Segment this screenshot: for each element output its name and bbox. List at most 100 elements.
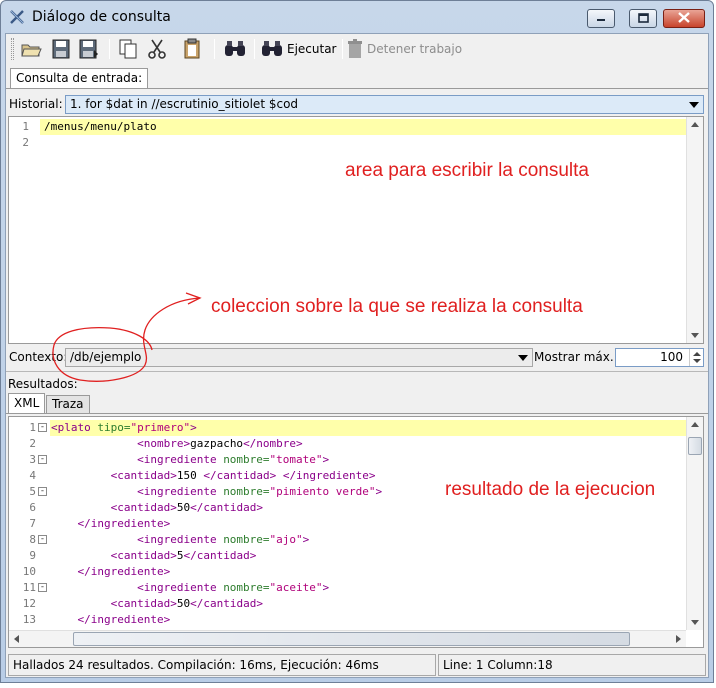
line-number: 7: [29, 517, 36, 530]
annotation-query-area: area para escribir la consulta: [345, 160, 589, 181]
context-select[interactable]: /db/ejemplo: [65, 348, 533, 367]
copy-button[interactable]: [118, 37, 138, 61]
line-number: 11: [22, 581, 36, 594]
xml-line: <cantidad>5</cantidad>: [110, 549, 257, 562]
query-gutter: 1 2: [9, 117, 39, 343]
splitter[interactable]: [6, 371, 708, 372]
scroll-thumb[interactable]: [73, 632, 630, 646]
fold-toggle-icon[interactable]: -: [38, 423, 47, 432]
spinner-arrows-icon[interactable]: [689, 349, 703, 366]
results-vertical-scrollbar[interactable]: [686, 417, 703, 630]
results-tab-divider: [6, 413, 708, 414]
xml-line: </ingrediente>: [77, 565, 171, 578]
save-button[interactable]: [50, 37, 72, 61]
scroll-left-icon[interactable]: [14, 635, 19, 643]
query-dialog-window: Diálogo de consulta Ejecutar Detener tra…: [0, 0, 714, 683]
toolbar: Ejecutar Detener trabajo: [6, 34, 708, 64]
binoculars-icon: [223, 39, 247, 59]
minimize-button[interactable]: [587, 9, 615, 28]
xml-line: <ingrediente nombre="ajo">: [137, 533, 310, 546]
max-results-spinner[interactable]: 100: [615, 348, 704, 367]
annotation-result: resultado de la ejecucion: [445, 479, 656, 500]
annotation-collection: coleccion sobre la que se realiza la con…: [211, 296, 583, 317]
results-label: Resultados:: [8, 377, 78, 391]
copy-icon: [118, 38, 138, 60]
window-title: Diálogo de consulta: [32, 9, 171, 25]
line-number: 12: [22, 597, 36, 610]
line-number: 4: [29, 469, 36, 482]
xml-line: <ingrediente nombre="pimiento verde">: [137, 485, 383, 498]
binoculars-icon: [260, 39, 284, 59]
scroll-down-icon[interactable]: [691, 620, 699, 625]
results-viewer[interactable]: 1 2 3 4 5 6 7 8 9 10 11 12 13 - - - - - …: [8, 416, 704, 648]
chevron-down-icon[interactable]: [518, 355, 528, 361]
max-results-label: Mostrar máx.:: [534, 350, 618, 364]
paste-button[interactable]: [182, 37, 202, 61]
chevron-down-icon[interactable]: [689, 102, 699, 108]
fold-toggle-icon[interactable]: -: [38, 487, 47, 496]
context-label: Contexto:: [9, 350, 68, 364]
tab-trace[interactable]: Traza: [46, 395, 90, 413]
save-as-button[interactable]: [78, 37, 100, 61]
fold-toggle-icon[interactable]: -: [38, 583, 47, 592]
title-bar[interactable]: Diálogo de consulta: [1, 1, 713, 33]
stop-job-label: Detener trabajo: [367, 42, 463, 56]
dialog-client-area: Ejecutar Detener trabajo Consulta de ent…: [5, 33, 709, 678]
cut-button[interactable]: [146, 37, 168, 61]
close-icon: [678, 11, 690, 26]
toolbar-separator: [214, 39, 215, 59]
tab-query-input[interactable]: Consulta de entrada:: [10, 68, 149, 88]
save-icon: [50, 38, 72, 60]
history-value: 1. for $dat in //escrutinio_sitiolet $co…: [70, 97, 299, 111]
line-number: 1: [22, 120, 29, 133]
scroll-up-icon[interactable]: [691, 122, 699, 127]
xml-line: <ingrediente nombre="tomate">: [137, 453, 330, 466]
xml-line: </ingrediente>: [77, 613, 171, 626]
history-label: Historial:: [9, 97, 63, 111]
line-number: 3: [29, 453, 36, 466]
status-results: Hallados 24 resultados. Compilación: 16m…: [8, 654, 436, 676]
query-line: /menus/menu/plato: [44, 120, 157, 133]
xml-line: </ingrediente>: [77, 517, 171, 530]
close-button[interactable]: [663, 9, 705, 28]
line-number: 10: [22, 565, 36, 578]
line-number: 13: [22, 613, 36, 626]
execute-button[interactable]: Ejecutar: [260, 37, 337, 61]
xml-line: <cantidad>150 </cantidad> </ingrediente>: [110, 469, 376, 482]
results-horizontal-scrollbar[interactable]: [9, 630, 686, 647]
line-number: 1: [29, 421, 36, 434]
status-cursor-position: Line: 1 Column:18: [438, 654, 706, 676]
xml-line: <plato tipo="primero">: [51, 421, 197, 434]
toolbar-grip[interactable]: [11, 38, 14, 60]
scroll-thumb[interactable]: [688, 437, 702, 455]
tab-xml-label: XML: [14, 396, 40, 410]
history-select[interactable]: 1. for $dat in //escrutinio_sitiolet $co…: [65, 95, 704, 114]
xml-line: <ingrediente nombre="aceite">: [137, 581, 330, 594]
maximize-button[interactable]: [629, 9, 657, 28]
toolbar-separator: [109, 39, 110, 59]
app-icon: [9, 9, 25, 25]
tab-xml[interactable]: XML: [8, 393, 46, 413]
scroll-right-icon[interactable]: [676, 635, 681, 643]
line-number: 5: [29, 485, 36, 498]
tab-divider: [6, 88, 708, 89]
fold-toggle-icon[interactable]: -: [38, 455, 47, 464]
context-value: /db/ejemplo: [70, 350, 142, 364]
query-vertical-scrollbar[interactable]: [686, 117, 703, 343]
xml-line: <cantidad>50</cantidad>: [110, 501, 263, 514]
minimize-icon: [596, 12, 606, 26]
toolbar-separator: [254, 39, 255, 59]
trash-icon: [346, 39, 364, 59]
execute-label: Ejecutar: [287, 42, 337, 56]
open-button[interactable]: [20, 37, 42, 61]
scroll-down-icon[interactable]: [691, 333, 699, 338]
status-bar: Hallados 24 resultados. Compilación: 16m…: [8, 654, 706, 676]
toolbar-separator: [342, 39, 343, 59]
open-folder-icon: [20, 39, 42, 59]
tab-trace-label: Traza: [52, 397, 84, 411]
fold-toggle-icon[interactable]: -: [38, 535, 47, 544]
find-button[interactable]: [223, 37, 247, 61]
stop-job-button[interactable]: Detener trabajo: [346, 37, 462, 61]
line-number: 6: [29, 501, 36, 514]
scroll-up-icon[interactable]: [691, 422, 699, 427]
